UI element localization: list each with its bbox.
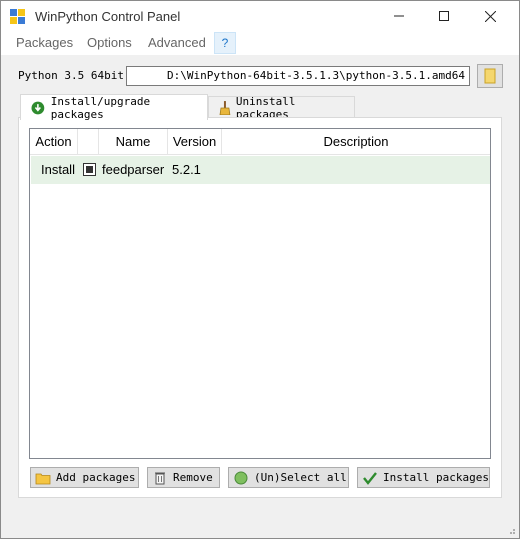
install-packages-label: Install packages (383, 471, 489, 484)
menu-help[interactable]: ? (214, 32, 236, 54)
broom-icon (219, 101, 231, 115)
app-window: WinPython Control Panel Packages Options… (0, 0, 520, 539)
add-packages-label: Add packages (56, 471, 136, 484)
menu-bar: Packages Options Advanced ? (1, 31, 519, 55)
resize-grip-icon[interactable] (506, 525, 516, 535)
select-all-label: (Un)Select all (254, 471, 347, 484)
menu-advanced[interactable]: Advanced (148, 35, 206, 50)
menu-options[interactable]: Options (87, 35, 132, 50)
packages-table: Action Name Version Description Install … (29, 128, 491, 459)
column-description[interactable]: Description (222, 129, 490, 155)
install-packages-button[interactable]: Install packages (357, 467, 490, 488)
column-name[interactable]: Name (99, 129, 168, 155)
minimize-button[interactable] (376, 1, 422, 31)
column-select[interactable] (78, 129, 99, 155)
open-folder-icon (35, 473, 51, 484)
row-action: Install (41, 162, 75, 177)
close-icon (484, 10, 496, 22)
row-version: 5.2.1 (172, 162, 201, 177)
tab-uninstall[interactable]: Uninstall packages (208, 95, 355, 121)
tab-install-upgrade[interactable]: Install/upgrade packages (20, 94, 208, 121)
python-path-field[interactable]: D:\WinPython-64bit-3.5.1.3\python-3.5.1.… (126, 66, 470, 86)
add-packages-button[interactable]: Add packages (30, 467, 139, 488)
remove-label: Remove (173, 471, 213, 484)
checkmark-icon (363, 471, 377, 485)
row-select-checkbox[interactable] (83, 163, 96, 176)
maximize-icon (439, 11, 449, 21)
column-version[interactable]: Version (168, 129, 222, 155)
green-download-icon (31, 101, 45, 114)
python-version-label: Python 3.5 64bit: (18, 69, 131, 82)
table-header: Action Name Version Description (30, 129, 490, 155)
maximize-button[interactable] (421, 1, 467, 31)
title-bar: WinPython Control Panel (1, 1, 519, 31)
close-button[interactable] (467, 1, 513, 31)
window-title: WinPython Control Panel (35, 9, 181, 24)
menu-packages[interactable]: Packages (16, 35, 73, 50)
trash-icon (155, 472, 165, 484)
tab-install-label: Install/upgrade packages (50, 94, 151, 121)
minimize-icon (394, 15, 404, 17)
folder-icon (484, 68, 496, 84)
remove-button[interactable]: Remove (147, 467, 220, 488)
select-all-icon (234, 471, 248, 484)
column-action[interactable]: Action (30, 129, 78, 155)
row-name: feedparser (102, 162, 165, 177)
browse-folder-button[interactable] (477, 64, 503, 88)
winpython-logo-icon (10, 9, 25, 24)
table-row[interactable]: Install feedparser 5.2.1 (31, 156, 490, 184)
select-all-button[interactable]: (Un)Select all (228, 467, 349, 488)
